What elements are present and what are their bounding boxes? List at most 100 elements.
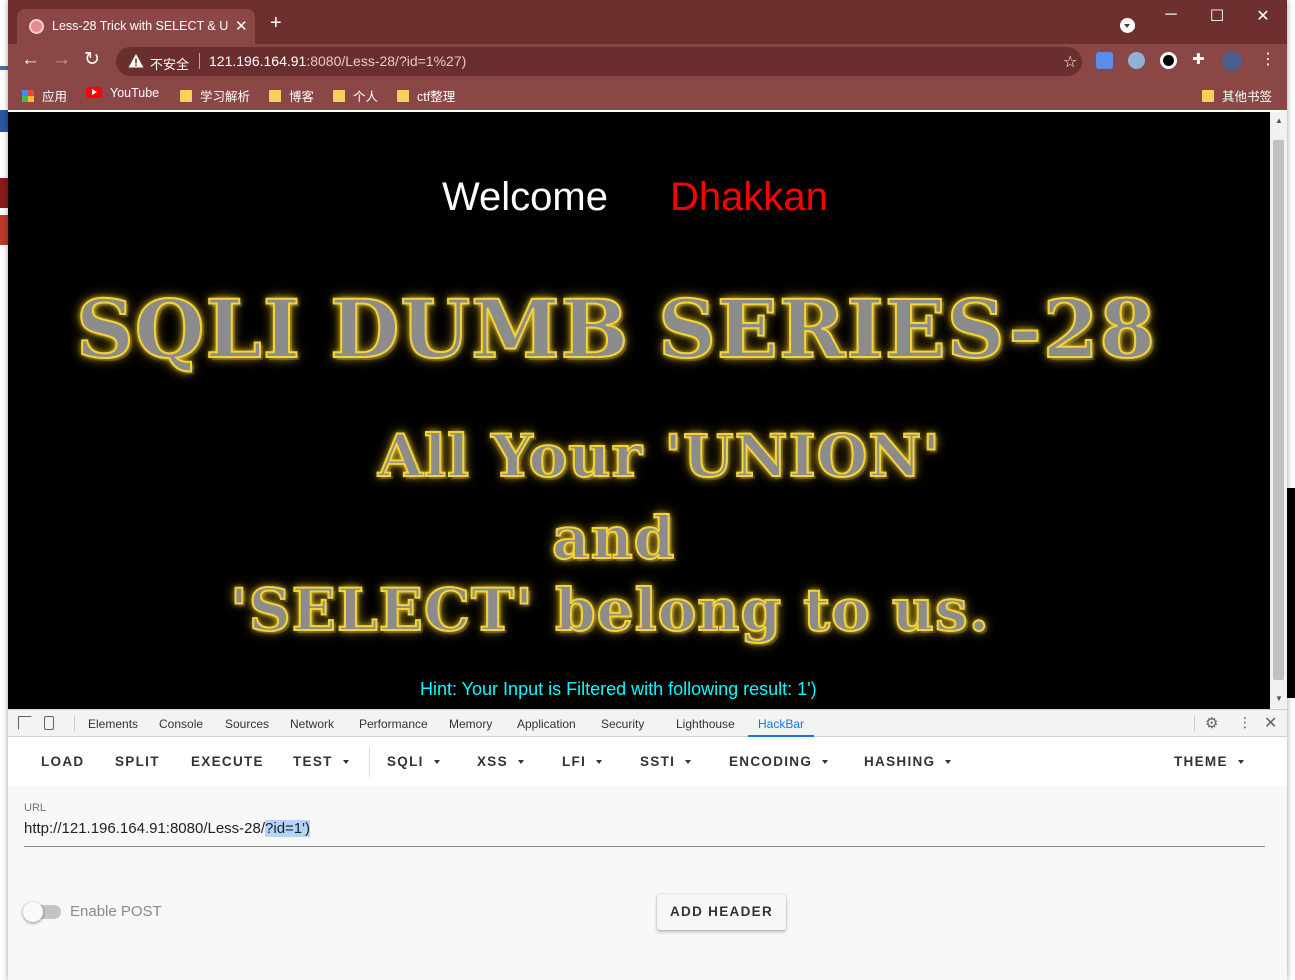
profile-avatar[interactable]	[1222, 51, 1242, 71]
folder-icon	[333, 90, 345, 102]
screen: Less-28 Trick with SELECT & U ✕ + ─ ☐ ✕ …	[0, 0, 1295, 980]
apps-icon	[22, 90, 34, 102]
folder-icon	[1202, 90, 1214, 102]
bookmark-label: 学习解析	[200, 90, 251, 104]
bookmark-star-icon[interactable]: ☆	[1063, 52, 1077, 72]
devtools-panel: Elements Console Sources Network Perform…	[8, 709, 1287, 980]
devtools-tab-bar: Elements Console Sources Network Perform…	[8, 710, 1287, 737]
test-dropdown[interactable]: TEST	[293, 754, 349, 769]
maximize-button[interactable]: ☐	[1194, 6, 1240, 26]
add-header-button[interactable]: ADD HEADER	[657, 894, 786, 930]
load-button[interactable]: LOAD	[41, 754, 84, 769]
minimize-button[interactable]: ─	[1148, 6, 1194, 26]
bookmark-folder-ctf[interactable]: ctf整理	[397, 86, 455, 105]
background-strip	[1287, 488, 1295, 698]
bookmark-other[interactable]: 其他书签	[1202, 86, 1272, 105]
hashing-label: HASHING	[864, 754, 936, 769]
youtube-icon	[86, 87, 102, 98]
bookmark-label: 博客	[289, 90, 315, 104]
browser-toolbar: ← → ↻ 不安全 121.196.164.91:8080/Less-28/?i…	[8, 44, 1287, 78]
extensions-puzzle-icon[interactable]: ✚	[1192, 50, 1209, 68]
url-path: :8080/Less-28/?id=1%27)	[306, 53, 467, 69]
lfi-label: LFI	[562, 754, 587, 769]
slogan-line-2: and	[551, 503, 676, 573]
hackbar-body: URL http://121.196.164.91:8080/Less-28/?…	[8, 786, 1287, 980]
divider	[1194, 715, 1195, 732]
address-url[interactable]: 121.196.164.91:8080/Less-28/?id=1%27)	[209, 53, 466, 69]
execute-button[interactable]: EXECUTE	[191, 754, 264, 769]
close-devtools-icon[interactable]: ✕	[1264, 713, 1277, 733]
sqli-dropdown[interactable]: SQLI	[387, 754, 440, 769]
tab-sources[interactable]: Sources	[225, 717, 269, 731]
bookmark-folder-study[interactable]: 学习解析	[180, 86, 250, 105]
settings-gear-icon[interactable]: ⚙	[1205, 714, 1218, 732]
theme-dropdown[interactable]: THEME	[1174, 754, 1244, 769]
tab-application[interactable]: Application	[517, 717, 576, 731]
caret-down-icon	[1237, 760, 1244, 764]
warning-icon	[128, 54, 144, 68]
security-label[interactable]: 不安全	[150, 54, 189, 73]
background-strip	[0, 110, 8, 132]
url-field[interactable]: http://121.196.164.91:8080/Less-28/?id=1…	[24, 820, 311, 837]
scrollbar-thumb[interactable]	[1273, 140, 1284, 680]
lfi-dropdown[interactable]: LFI	[562, 754, 603, 769]
forward-arrow-icon[interactable]: →	[52, 50, 71, 70]
owl-extension-icon[interactable]	[1128, 52, 1145, 69]
sqli-label: SQLI	[387, 754, 424, 769]
folder-icon	[180, 90, 192, 102]
translate-extension-icon[interactable]	[1096, 52, 1113, 69]
slogan-line-3: 'SELECT' belong to us.	[229, 575, 990, 645]
scroll-down-arrow-icon[interactable]: ▼	[1275, 694, 1283, 703]
tab-console[interactable]: Console	[159, 717, 203, 731]
encoding-dropdown[interactable]: ENCODING	[729, 754, 829, 769]
bookmark-apps[interactable]: 应用	[22, 86, 67, 105]
toggle-knob[interactable]	[23, 902, 43, 922]
tab-memory[interactable]: Memory	[449, 717, 492, 731]
tab-close-icon[interactable]: ✕	[235, 17, 248, 35]
reload-icon[interactable]: ↻	[84, 50, 100, 70]
globe-icon	[29, 19, 44, 34]
bookmark-folder-blog[interactable]: 博客	[269, 86, 314, 105]
circle-extension-icon[interactable]	[1160, 52, 1177, 69]
tab-hackbar[interactable]: HackBar	[758, 717, 804, 731]
back-arrow-icon[interactable]: ←	[21, 50, 40, 70]
more-options-icon[interactable]: ⋮	[1238, 714, 1252, 731]
xss-dropdown[interactable]: XSS	[477, 754, 524, 769]
title-bar: Less-28 Trick with SELECT & U ✕ + ─ ☐ ✕	[8, 0, 1287, 44]
bookmark-folder-personal[interactable]: 个人	[333, 86, 378, 105]
split-button[interactable]: SPLIT	[115, 754, 160, 769]
bookmark-youtube[interactable]: YouTube	[86, 86, 159, 100]
slogan-line-1: All Your 'UNION'	[377, 421, 942, 491]
url-field-selection: ?id=1')	[265, 820, 311, 837]
new-tab-button[interactable]: +	[270, 13, 282, 33]
bookmark-label: 个人	[353, 90, 379, 104]
tab-security[interactable]: Security	[601, 717, 644, 731]
hackbar-toolbar: LOAD SPLIT EXECUTE TEST SQLI XSS LFI SST…	[8, 738, 1287, 786]
encoding-label: ENCODING	[729, 754, 813, 769]
tab-elements[interactable]: Elements	[88, 717, 138, 731]
background-window-left-edge	[0, 0, 8, 980]
browser-menu-icon[interactable]: ⋮	[1260, 49, 1277, 68]
tab-search-icon[interactable]	[1120, 18, 1135, 33]
page-viewport: Welcome Dhakkan SQLI DUMB SERIES-28 All …	[8, 112, 1270, 709]
background-window-right-edge	[1287, 0, 1295, 980]
welcome-text: Welcome	[442, 175, 608, 219]
close-window-button[interactable]: ✕	[1240, 6, 1286, 26]
browser-tab[interactable]: Less-28 Trick with SELECT & U ✕	[17, 9, 255, 44]
hashing-dropdown[interactable]: HASHING	[864, 754, 952, 769]
ssti-label: SSTI	[640, 754, 676, 769]
xss-label: XSS	[477, 754, 508, 769]
page-scrollbar[interactable]: ▲ ▼	[1270, 112, 1287, 709]
bookmark-label: ctf整理	[417, 90, 456, 104]
inspect-element-icon[interactable]	[18, 716, 32, 730]
test-label: TEST	[293, 754, 333, 769]
scroll-up-arrow-icon[interactable]: ▲	[1275, 116, 1283, 125]
device-toolbar-icon[interactable]	[44, 716, 54, 730]
ssti-dropdown[interactable]: SSTI	[640, 754, 692, 769]
tab-performance[interactable]: Performance	[359, 717, 428, 731]
enable-post-toggle[interactable]	[23, 902, 61, 922]
address-bar[interactable]: 不安全 121.196.164.91:8080/Less-28/?id=1%27…	[116, 47, 1082, 76]
tab-lighthouse[interactable]: Lighthouse	[676, 717, 735, 731]
enable-post-label[interactable]: Enable POST	[70, 903, 162, 920]
tab-network[interactable]: Network	[290, 717, 334, 731]
